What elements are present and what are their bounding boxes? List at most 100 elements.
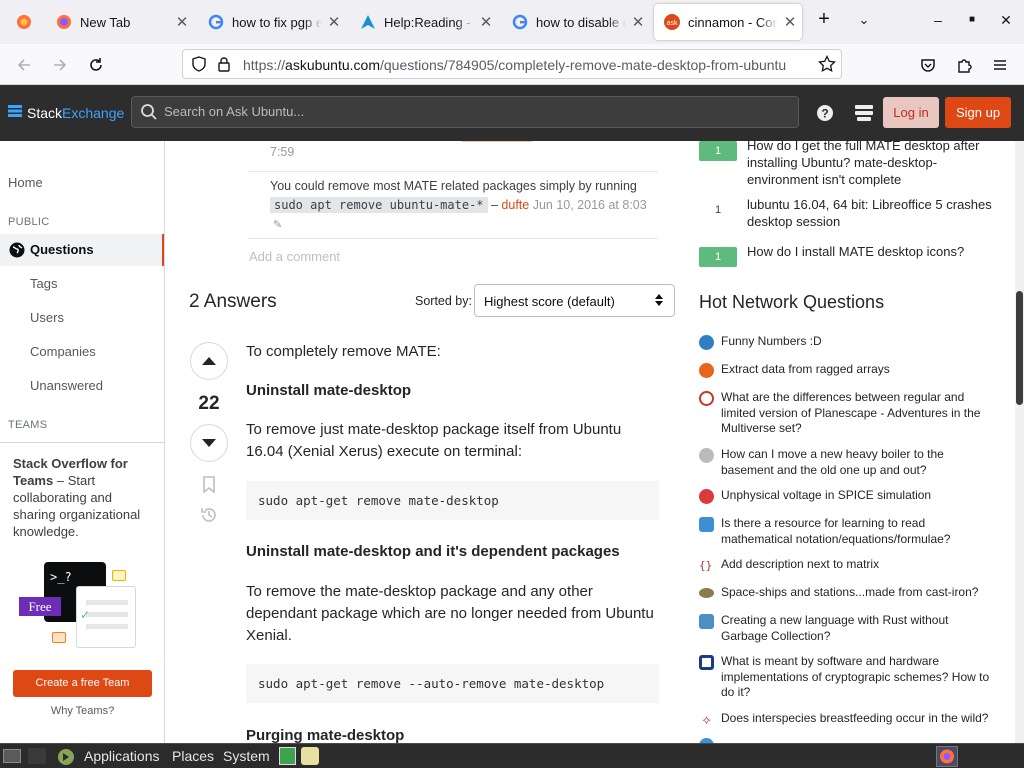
shield-icon[interactable] [191,56,207,77]
tab-google-pgp[interactable]: how to fix pgp e ✕ [198,4,346,40]
answers-count: 2 Answers [189,291,277,312]
upvote-arrow-icon [202,357,216,365]
tab-list-chevron-down-icon[interactable]: ⌄ [854,12,874,28]
stackexchange-logo[interactable]: Stack Exchange [8,104,124,121]
tab-title: Help:Reading - A [384,14,474,30]
tab-google-disable[interactable]: how to disable m ✕ [502,4,650,40]
help-icon[interactable]: ? [816,104,834,127]
tab-title: how to fix pgp e [232,14,322,30]
globe-icon [9,242,25,261]
vote-count: 22 [198,393,220,414]
hot-question-link[interactable]: Is there a resource for learning to read… [721,516,991,547]
hot-question-link[interactable]: Creating a new language with Rust withou… [721,613,991,644]
show-desktop-icon[interactable] [3,749,21,763]
answer-paragraph-1: To remove just mate-desktop package itse… [246,421,622,460]
comment-sep: – [487,198,502,212]
why-teams-link[interactable]: Why Teams? [0,705,164,717]
terminal-launcher-icon[interactable] [279,747,296,765]
nav-unanswered[interactable]: Unanswered [30,378,103,393]
scrollbar-thumb[interactable] [1016,291,1023,405]
stackexchange-stack-icon [8,104,22,121]
hot-question-link[interactable]: How can I move a new heavy boiler to the… [721,447,991,478]
bookmark-icon[interactable] [202,476,216,498]
back-arrow-icon[interactable] [13,54,35,76]
related-question-link[interactable]: lubuntu 16.04, 64 bit: Libreoffice 5 cra… [747,196,999,230]
page-scrollbar[interactable] [1015,141,1024,743]
answer-paragraph-2: To remove the mate-desktop package and a… [246,583,654,644]
biology-icon: ⟡ [702,712,711,727]
hot-question-link[interactable]: What are the differences between regular… [721,390,991,437]
reload-icon[interactable] [85,54,107,76]
hot-question-link[interactable]: What is meant by software and hardware i… [721,654,991,701]
comment-user-link[interactable]: dufte [501,198,529,212]
close-icon[interactable]: ✕ [322,13,346,31]
site-switcher-icon[interactable] [855,105,873,126]
nav-heading-teams: TEAMS [8,419,48,431]
hamburger-menu-icon[interactable] [989,54,1011,76]
nav-companies[interactable]: Companies [30,344,96,359]
tab-arch-wiki[interactable]: Help:Reading - A ✕ [350,4,498,40]
close-icon[interactable]: ✕ [778,13,802,31]
pocket-icon[interactable] [917,54,939,76]
answer-score-badge: 1 [699,141,737,161]
nav-tags[interactable]: Tags [30,276,57,291]
firefox-view-icon [16,14,32,30]
new-tab-plus-icon[interactable]: + [814,8,834,31]
close-icon[interactable]: ✕ [170,13,194,31]
firefox-taskbar-icon[interactable] [936,746,958,767]
comment: You could remove most MATE related packa… [248,171,658,241]
history-icon[interactable] [200,506,218,529]
applications-menu[interactable]: Applications [84,748,160,764]
main-content: 7:59 You could remove most MATE related … [165,141,685,743]
free-badge: Free [19,597,61,616]
add-comment-link[interactable]: Add a comment [249,249,340,264]
window-close-icon[interactable]: ✕ [996,12,1016,29]
answer-intro: To completely remove MATE: [246,343,441,360]
hot-question-link[interactable]: Extract data from ragged arrays [721,362,991,378]
related-question-link[interactable]: How do I get the full MATE desktop after… [747,141,999,188]
search-input[interactable]: Search on Ask Ubuntu... [131,96,799,128]
downvote-button[interactable] [190,424,228,462]
close-icon[interactable]: ✕ [474,13,498,31]
hot-question-link[interactable]: Does interspecies breastfeeding occur in… [721,711,991,727]
select-updown-icon [654,292,664,313]
signup-button[interactable]: Sign up [945,97,1011,128]
tab-firefox-view[interactable] [6,4,38,40]
browser-tab-bar: New Tab ✕ how to fix pgp e ✕ Help:Readin… [0,0,1024,44]
create-free-team-button[interactable]: Create a free Team [13,670,152,697]
tab-title: New Tab [80,14,131,30]
nav-home[interactable]: Home [8,175,43,190]
tab-askubuntu[interactable]: ask cinnamon - Com ✕ [654,4,802,40]
extensions-puzzle-icon[interactable] [953,54,975,76]
places-menu[interactable]: Places [172,748,214,764]
rpg-icon [699,391,714,406]
url-text[interactable]: https://askubuntu.com/questions/784905/c… [243,57,811,73]
system-menu[interactable]: System [223,748,270,764]
hot-question-link[interactable]: Unphysical voltage in SPICE simulation [721,488,991,504]
app-launcher-icon[interactable] [301,747,319,765]
url-bar[interactable]: https://askubuntu.com/questions/784905/c… [182,49,842,79]
sort-select[interactable]: Highest score (default) [474,284,675,317]
nav-questions[interactable]: Questions [0,234,164,266]
hot-question-link[interactable]: Space-ships and stations...made from cas… [721,585,991,601]
workspace-icon[interactable] [28,748,46,764]
browser-nav-bar: https://askubuntu.com/questions/784905/c… [0,44,1024,85]
tex-icon: {} [699,559,713,572]
comment-date[interactable]: Jun 10, 2016 at 8:03 [529,198,647,212]
login-button[interactable]: Log in [883,97,939,128]
terminal-prompt: >_? [50,570,72,584]
bookmark-star-icon[interactable] [818,54,836,78]
pl-design-icon [699,614,714,629]
close-icon[interactable]: ✕ [626,13,650,31]
hot-question-link[interactable]: Funny Numbers :D [721,334,991,350]
tab-new-tab[interactable]: New Tab ✕ [46,4,194,40]
forward-arrow-icon[interactable] [49,54,71,76]
chat-bubble-icon [52,632,66,643]
minimize-icon[interactable]: – [928,12,948,28]
lock-icon[interactable] [217,56,231,77]
hot-question-link[interactable]: Add description next to matrix [721,557,991,573]
nav-users[interactable]: Users [30,310,64,325]
upvote-button[interactable] [190,342,228,380]
maximize-icon[interactable]: ■ [962,14,982,25]
related-question-link[interactable]: How do I install MATE desktop icons? [747,243,999,260]
